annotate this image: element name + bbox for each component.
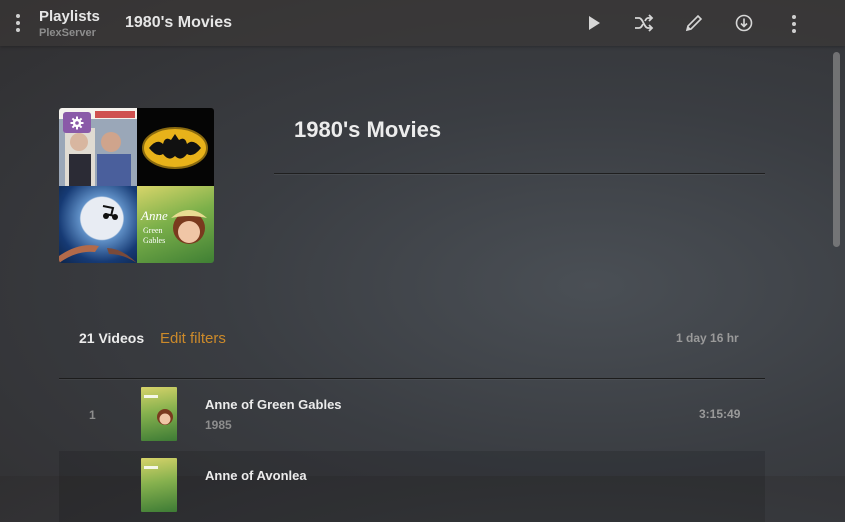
list-item[interactable]: 1 Anne of Green Gables 1985 3:15:49	[59, 380, 765, 451]
item-thumbnail[interactable]	[141, 458, 177, 512]
download-button[interactable]	[733, 12, 755, 34]
download-icon	[735, 14, 753, 32]
smart-playlist-badge	[63, 112, 91, 133]
gear-icon	[70, 116, 84, 129]
item-title[interactable]: Anne of Green Gables	[205, 397, 342, 412]
edit-pencil-icon	[685, 14, 703, 32]
more-vertical-icon	[792, 14, 796, 33]
play-icon	[589, 16, 600, 30]
item-thumbnail[interactable]	[141, 387, 177, 441]
poster-tile-batman	[137, 108, 214, 186]
shuffle-icon	[635, 14, 654, 32]
divider	[274, 173, 765, 174]
svg-text:Gables: Gables	[143, 236, 165, 245]
play-button[interactable]	[583, 12, 605, 34]
more-options-button[interactable]	[783, 12, 805, 34]
top-bar: Playlists PlexServer 1980's Movies	[0, 0, 845, 46]
poster-tile-anne-green-gables: Anne Green Gables	[137, 186, 214, 263]
svg-text:Green: Green	[143, 226, 163, 235]
page-title: 1980's Movies	[125, 14, 232, 31]
scrollbar[interactable]	[833, 52, 840, 247]
item-year: 1985	[205, 418, 232, 432]
item-index: 1	[89, 408, 96, 422]
playlist-title: 1980's Movies	[294, 117, 442, 142]
total-duration: 1 day 16 hr	[676, 331, 739, 345]
svg-text:Anne: Anne	[140, 208, 168, 223]
poster-tile-et	[59, 186, 137, 263]
breadcrumb-server: PlexServer	[39, 27, 96, 39]
edit-button[interactable]	[683, 12, 705, 34]
item-duration: 3:15:49	[699, 407, 741, 421]
sidebar-menu-icon[interactable]	[13, 13, 23, 33]
edit-filters-link[interactable]: Edit filters	[160, 330, 226, 347]
breadcrumb-section[interactable]: Playlists	[39, 8, 100, 25]
item-count: 21 Videos	[79, 330, 145, 346]
list-item[interactable]: Anne of Avonlea	[59, 451, 765, 522]
shuffle-button[interactable]	[633, 12, 655, 34]
divider	[59, 378, 765, 379]
